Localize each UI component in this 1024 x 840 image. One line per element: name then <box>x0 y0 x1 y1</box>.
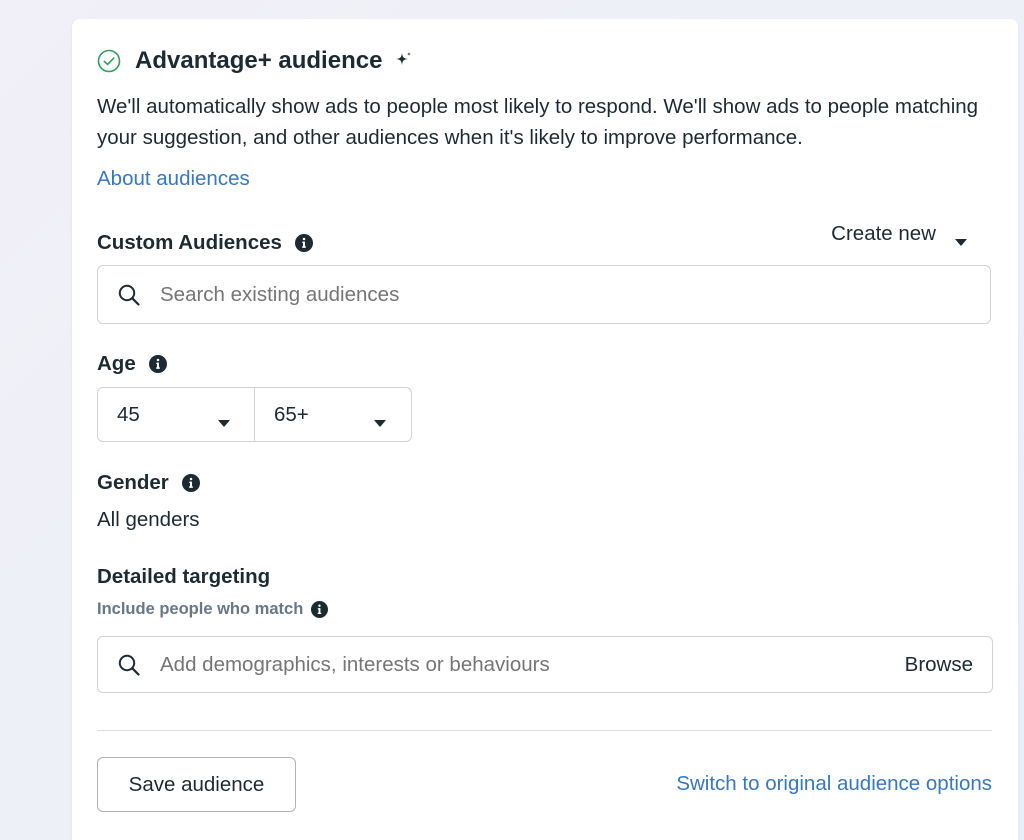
detailed-targeting-search-input[interactable] <box>158 651 905 678</box>
gender-value: All genders <box>97 508 200 531</box>
switch-original-options-link[interactable]: Switch to original audience options <box>676 772 992 796</box>
search-icon <box>117 653 141 677</box>
title-row: Advantage+ audience <box>97 47 414 75</box>
divider <box>97 730 992 731</box>
create-new-dropdown[interactable]: Create new <box>831 222 968 246</box>
section-title: Advantage+ audience <box>135 47 383 74</box>
custom-audiences-label-text: Custom Audiences <box>97 231 282 254</box>
info-icon[interactable] <box>311 601 329 618</box>
info-icon[interactable] <box>148 355 167 373</box>
advantage-description: We'll automatically show ads to people m… <box>97 95 979 149</box>
custom-audience-search[interactable] <box>97 265 991 324</box>
age-min-select[interactable]: 45 <box>98 388 254 441</box>
info-icon[interactable] <box>181 474 200 492</box>
search-icon <box>117 283 141 307</box>
detailed-targeting-search[interactable]: Browse <box>97 636 993 693</box>
age-label: Age <box>97 352 167 376</box>
age-label-text: Age <box>97 352 136 375</box>
caret-down-icon <box>217 410 231 427</box>
about-audiences-link[interactable]: About audiences <box>97 167 250 191</box>
save-audience-button[interactable]: Save audience <box>97 757 296 812</box>
check-circle-icon <box>97 49 121 73</box>
age-max-select[interactable]: 65+ <box>254 388 410 441</box>
caret-down-icon <box>373 410 387 427</box>
advantage-audience-card: Advantage+ audience We'll automatically … <box>72 19 1018 840</box>
browse-button[interactable]: Browse <box>905 653 973 677</box>
gender-label-text: Gender <box>97 471 169 494</box>
age-range: 45 65+ <box>97 387 412 442</box>
custom-audiences-label: Custom Audiences <box>97 231 313 255</box>
info-icon[interactable] <box>294 234 313 252</box>
create-new-label: Create new <box>831 222 936 245</box>
gender-label: Gender <box>97 471 200 495</box>
detailed-targeting-sublabel-text: Include people who match <box>97 600 304 618</box>
detailed-targeting-label: Detailed targeting <box>97 565 271 588</box>
detailed-targeting-sublabel: Include people who match <box>97 600 329 619</box>
custom-audience-search-input[interactable] <box>158 281 990 308</box>
age-max-value: 65+ <box>274 402 309 426</box>
age-min-value: 45 <box>117 402 140 426</box>
caret-down-icon <box>954 229 968 246</box>
sparkle-icon <box>394 51 414 71</box>
